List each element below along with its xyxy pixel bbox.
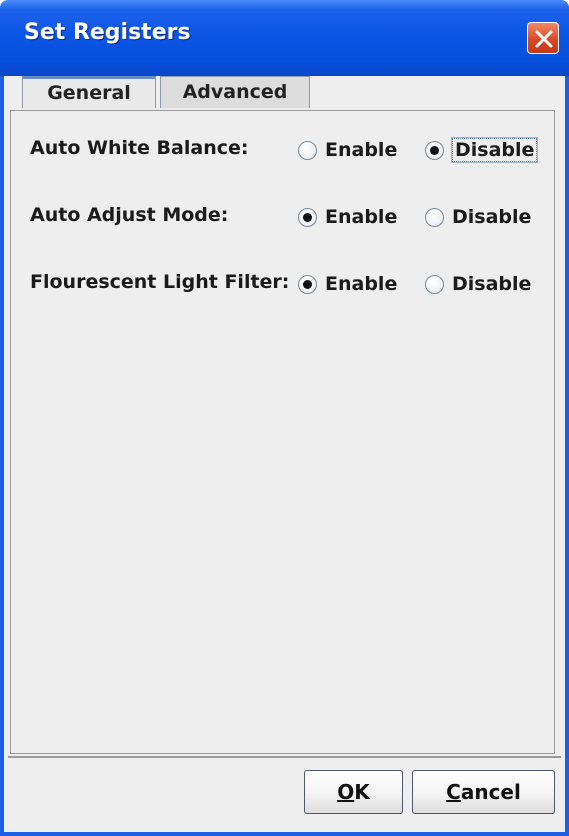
cancel-button[interactable]: Cancel	[412, 770, 555, 814]
radio-enable[interactable]: Enable	[298, 269, 397, 299]
radio-label: Enable	[325, 273, 398, 295]
dialog-content: General Advanced Auto White Balance: Ena…	[4, 76, 565, 832]
setting-label: Flourescent Light Filter:	[30, 271, 290, 293]
radio-unchecked-icon	[425, 207, 444, 227]
radio-enable[interactable]: Enable	[298, 202, 397, 232]
radio-disable[interactable]: Disable	[425, 135, 539, 165]
tab-advanced[interactable]: Advanced	[160, 76, 310, 108]
tab-strip: General Advanced	[16, 76, 556, 110]
setting-label: Auto Adjust Mode:	[30, 204, 229, 226]
dialog-window: Set Registers General Advanced Auto Whit…	[0, 0, 569, 836]
radio-unchecked-icon	[425, 274, 444, 294]
radio-checked-icon	[298, 207, 317, 227]
ok-button[interactable]: OK	[304, 770, 403, 814]
close-button[interactable]	[527, 22, 559, 54]
title-bar[interactable]: Set Registers	[0, 0, 569, 76]
radio-enable[interactable]: Enable	[298, 135, 397, 165]
setting-label: Auto White Balance:	[30, 137, 249, 159]
close-x-icon	[535, 30, 553, 48]
ok-mnemonic: O	[337, 780, 355, 804]
window-title: Set Registers	[24, 20, 191, 45]
setting-row-auto-adjust-mode: Auto Adjust Mode: Enable Disable	[11, 196, 556, 236]
cancel-label-rest: ancel	[460, 780, 521, 804]
cancel-mnemonic: C	[446, 780, 461, 804]
radio-label: Enable	[325, 206, 398, 228]
radio-unchecked-icon	[298, 140, 317, 160]
general-tab-panel: Auto White Balance: Enable Disable Auto …	[10, 110, 555, 754]
radio-label: Enable	[325, 139, 398, 161]
radio-disable[interactable]: Disable	[425, 269, 531, 299]
setting-row-flourescent-light-filter: Flourescent Light Filter: Enable Disable	[11, 263, 556, 303]
setting-row-auto-white-balance: Auto White Balance: Enable Disable	[11, 129, 556, 169]
ok-label-rest: K	[354, 780, 370, 804]
radio-disable[interactable]: Disable	[425, 202, 531, 232]
radio-checked-icon	[298, 274, 317, 294]
radio-label: Disable	[452, 206, 532, 228]
radio-label: Disable	[452, 273, 532, 295]
radio-checked-icon	[425, 140, 444, 160]
tab-general[interactable]: General	[22, 76, 156, 108]
footer-divider	[8, 756, 561, 758]
radio-label: Disable	[450, 137, 539, 163]
